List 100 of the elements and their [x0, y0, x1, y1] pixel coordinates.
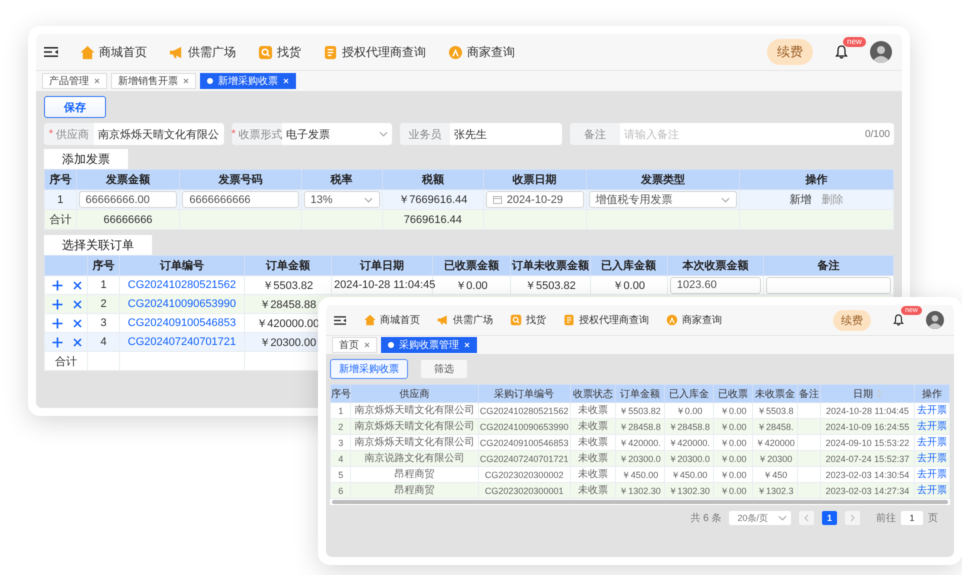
menu-icon[interactable] — [334, 314, 346, 326]
nav-link[interactable]: 商家查询 — [666, 313, 722, 327]
document-icon — [323, 44, 338, 60]
close-icon[interactable] — [94, 78, 100, 84]
table-cell: 2024-10-09 16:24:55 — [820, 418, 915, 434]
avatar-icon[interactable] — [926, 311, 944, 329]
nav-link[interactable]: 找货 — [510, 313, 546, 327]
chevron-right-icon — [850, 514, 855, 522]
dot-icon — [207, 78, 213, 84]
column-header: 备注 — [763, 256, 894, 276]
nav-link[interactable]: 授权代理商查询 — [563, 313, 649, 327]
column-header: 已入库金额 — [590, 256, 668, 276]
plus-icon[interactable] — [52, 298, 63, 310]
close-icon[interactable] — [73, 280, 82, 290]
select-field[interactable]: 13% — [304, 191, 380, 208]
table-cell: CG2023020300002 — [478, 466, 570, 482]
save-button[interactable]: 保存 — [44, 96, 106, 118]
column-header: 发票类型 — [586, 170, 740, 190]
close-icon[interactable] — [73, 300, 82, 309]
input-field[interactable]: 66666666.00 — [78, 191, 178, 208]
tab[interactable]: 新增销售开票 — [111, 73, 196, 89]
bell-icon[interactable] — [893, 314, 904, 326]
table-cell: ￥5503.82 — [510, 276, 590, 294]
renew-button[interactable]: 续费 — [767, 39, 813, 65]
table-cell: ￥0.00 — [714, 482, 753, 498]
bell-icon[interactable] — [835, 45, 848, 59]
table-cell: 7669616.44 — [382, 210, 484, 230]
select-field[interactable]: 增值税专用发票 — [588, 191, 738, 208]
avatar-icon[interactable] — [870, 41, 892, 63]
column-header: 已收票 — [714, 384, 753, 402]
nav-link[interactable]: 找货 — [258, 44, 301, 60]
table-cell: 4 — [330, 450, 351, 466]
table-cell: ￥450 — [752, 466, 798, 482]
table-cell: ￥450.00 — [664, 466, 714, 482]
table-cell: 未收票 — [570, 466, 616, 482]
column-header: 已入库金 — [664, 384, 714, 402]
input-field[interactable] — [766, 276, 891, 294]
close-icon[interactable] — [73, 338, 82, 347]
table-cell: ￥1302.30 — [615, 482, 665, 498]
column-header: 收票状态 — [570, 384, 616, 402]
close-icon[interactable] — [183, 78, 189, 84]
column-header: 订单金额 — [244, 256, 332, 276]
page-input[interactable]: 1 — [901, 511, 923, 525]
tab[interactable]: 产品管理 — [42, 73, 107, 89]
page-size-select[interactable]: 20条/页 — [729, 511, 791, 525]
table-cell: 未收票 — [570, 418, 616, 434]
page-unit: 页 — [928, 512, 938, 525]
table-cell: ￥28458.8 — [664, 418, 714, 434]
close-icon[interactable] — [364, 342, 370, 348]
column-header: 本次收票金额 — [667, 256, 764, 276]
plus-icon[interactable] — [52, 318, 63, 329]
action-link[interactable]: 新增 — [790, 194, 812, 206]
table-cell: 5 — [330, 466, 351, 482]
table-cell: 4 — [87, 332, 120, 352]
column-header: 发票号码 — [180, 170, 301, 190]
column-header: 收票日期 — [483, 170, 586, 190]
calendar-icon — [492, 195, 502, 204]
horizontal-scrollbar[interactable] — [330, 499, 950, 505]
field-label: * 收票形式 — [232, 123, 282, 145]
plus-icon[interactable] — [52, 280, 63, 291]
nav-link[interactable]: 授权代理商查询 — [323, 44, 426, 60]
column-header: 发票金额 — [76, 170, 180, 190]
table-cell: 3 — [330, 434, 351, 450]
input-field[interactable]: 张先生 — [450, 123, 562, 145]
nav-link[interactable]: 商城首页 — [364, 313, 420, 327]
add-button[interactable]: 新增采购收票 — [330, 359, 408, 379]
filter-button[interactable]: 筛选 — [420, 359, 468, 379]
nav-link[interactable]: 供需广场 — [437, 313, 493, 327]
tab[interactable]: 新增采购收票 — [200, 73, 296, 89]
table-cell: 南京烁烁天晴文化有限公司 — [350, 418, 478, 434]
table-cell: 未收票 — [570, 434, 616, 450]
table-cell: ￥1302.30 — [664, 482, 714, 498]
input-field[interactable]: 6666666666 — [182, 191, 298, 208]
table-cell: 66666666 — [76, 210, 180, 230]
column-header: 订单金额 — [615, 384, 665, 402]
table-cell: CG202409100546853 — [478, 434, 570, 450]
page-button[interactable]: 1 — [822, 511, 837, 525]
select-field[interactable]: 电子发票 — [282, 123, 392, 145]
tab[interactable]: 首页 — [332, 337, 377, 353]
date-field[interactable]: 2024-10-29 — [486, 191, 584, 208]
nav-link[interactable]: 供需广场 — [169, 44, 236, 60]
input-field[interactable]: 1023.60 — [670, 276, 761, 294]
renew-button[interactable]: 续费 — [833, 310, 871, 330]
table-cell: CG202410090653990 — [478, 418, 570, 434]
tab[interactable]: 采购收票管理 — [381, 337, 477, 353]
table-cell: 未收票 — [570, 450, 616, 466]
input-field[interactable]: 请输入备注 0/100 — [620, 123, 894, 145]
plus-icon[interactable] — [52, 336, 63, 348]
table-cell: CG202410280521562 — [478, 402, 570, 418]
megaphone-icon — [169, 44, 184, 60]
total-count: 共 6 条 — [690, 512, 722, 525]
table-cell: 昂程商贸 — [350, 482, 478, 498]
column-header: 订单编号 — [120, 256, 244, 276]
menu-icon[interactable] — [44, 46, 58, 58]
close-icon[interactable] — [73, 318, 82, 328]
table-cell: ￥0.00 — [714, 466, 753, 482]
table-cell: 未收票 — [570, 482, 616, 498]
nav-link[interactable]: 商城首页 — [80, 44, 147, 60]
input-field[interactable]: 南京烁烁天晴文化有限公 — [94, 123, 224, 145]
nav-link[interactable]: 商家查询 — [448, 44, 515, 60]
